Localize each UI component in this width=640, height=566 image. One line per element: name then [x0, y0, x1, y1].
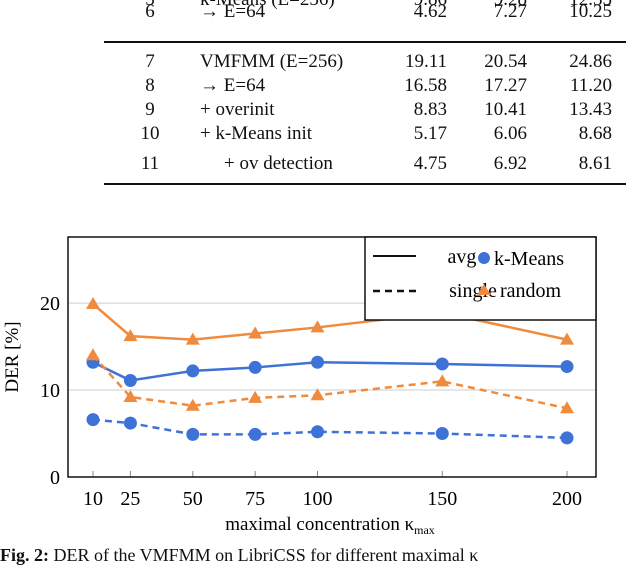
data-point-circle [248, 360, 262, 374]
cell-method: VMFMM (E=256) [200, 51, 344, 72]
data-point-circle [123, 373, 137, 387]
cell-no: 6 [145, 1, 155, 22]
y-tick-label: 0 [50, 467, 60, 489]
legend-random-label: random [500, 280, 562, 302]
table-row: 8 → E=64 16.58 17.27 11.20 [104, 74, 626, 98]
x-tick-label: 200 [552, 488, 582, 510]
cell-v1: 8.83 [413, 99, 447, 120]
cell-v2: 7.27 [493, 1, 527, 22]
table-row: 6 → E=64 4.62 7.27 10.25 [104, 0, 626, 24]
der-line-chart: 0 10 20 10 25 50 75 100 150 200 avg single k-Means ra… [2, 236, 597, 537]
data-point-circle [560, 431, 574, 445]
cell-v3: 13.43 [569, 99, 612, 120]
x-tick-label: 50 [183, 488, 203, 510]
caption-label: Fig. 2: [0, 545, 49, 565]
legend-single-label: single [449, 280, 497, 302]
cell-method: + k-Means init [200, 123, 313, 144]
x-tick-label: 100 [303, 488, 333, 510]
cell-v2: 6.92 [493, 153, 527, 174]
table-bottomrule [104, 183, 626, 185]
legend-circle-icon [478, 252, 490, 264]
series-line-k-Means-avg [92, 360, 568, 382]
cell-v2: 20.54 [484, 51, 527, 72]
cell-no: 9 [145, 99, 155, 120]
table-row: 10 + k-Means init 5.17 6.06 8.68 [104, 122, 626, 146]
x-tick-label: 75 [245, 488, 265, 510]
x-tick-label: 150 [427, 488, 457, 510]
cell-v3: 11.20 [569, 75, 612, 96]
cell-v3: 10.25 [569, 1, 612, 22]
legend-avg-label: avg [448, 246, 477, 268]
legend-kmeans-label: k-Means [494, 248, 564, 270]
table-midrule [104, 41, 626, 43]
x-axis-label-subscript: max [414, 523, 435, 537]
series-line-k-Means-single [92, 418, 568, 440]
x-tick-label: 25 [120, 488, 140, 510]
data-point-circle [311, 425, 325, 439]
cell-no: 11 [140, 153, 160, 174]
data-point-circle [186, 427, 200, 441]
cell-v2: 10.41 [484, 99, 527, 120]
x-axis-label-text: maximal concentration κ [225, 514, 414, 535]
data-point-circle [435, 427, 449, 441]
table-row: 11 + ov detection 4.75 6.92 8.61 [104, 152, 626, 176]
data-point-triangle [435, 374, 450, 387]
cell-v1: 4.75 [413, 153, 447, 174]
data-point-circle [248, 427, 262, 441]
data-point-circle [435, 357, 449, 371]
data-point-triangle [86, 348, 100, 361]
cell-method: → E=64 [200, 1, 266, 22]
caption-text: DER of the VMFMM on LibriCSS for differe… [53, 545, 479, 565]
x-axis-label: maximal concentration κmax [225, 514, 435, 537]
cell-v1: 16.58 [404, 75, 447, 96]
cell-method: + ov detection [224, 153, 333, 174]
cell-no: 7 [145, 51, 155, 72]
cell-method: + overinit [200, 99, 275, 120]
data-point-circle [86, 413, 100, 427]
cell-v2: 6.06 [493, 123, 527, 144]
data-point-circle [186, 364, 200, 378]
cell-v3: 24.86 [569, 51, 612, 72]
cell-no: 8 [145, 75, 155, 96]
table-row: 9 + overinit 8.83 10.41 13.43 [104, 98, 626, 122]
cell-v1: 19.11 [404, 51, 447, 72]
y-tick-label: 10 [40, 380, 60, 402]
cell-no: 10 [140, 123, 160, 144]
cell-v3: 8.68 [578, 123, 612, 144]
cell-v1: 4.62 [413, 1, 447, 22]
cell-v2: 17.27 [484, 75, 527, 96]
cell-method: → E=64 [200, 75, 266, 96]
data-point-circle [123, 416, 137, 430]
x-tick-label: 10 [83, 488, 103, 510]
table-row: 7 VMFMM (E=256) 19.11 20.54 24.86 [104, 50, 626, 74]
cell-v1: 5.17 [413, 123, 447, 144]
data-point-circle [560, 360, 574, 374]
data-point-circle [311, 355, 325, 369]
cell-v3: 8.61 [578, 153, 612, 174]
y-tick-label: 20 [40, 293, 60, 315]
y-axis-label: DER [%] [2, 321, 23, 392]
